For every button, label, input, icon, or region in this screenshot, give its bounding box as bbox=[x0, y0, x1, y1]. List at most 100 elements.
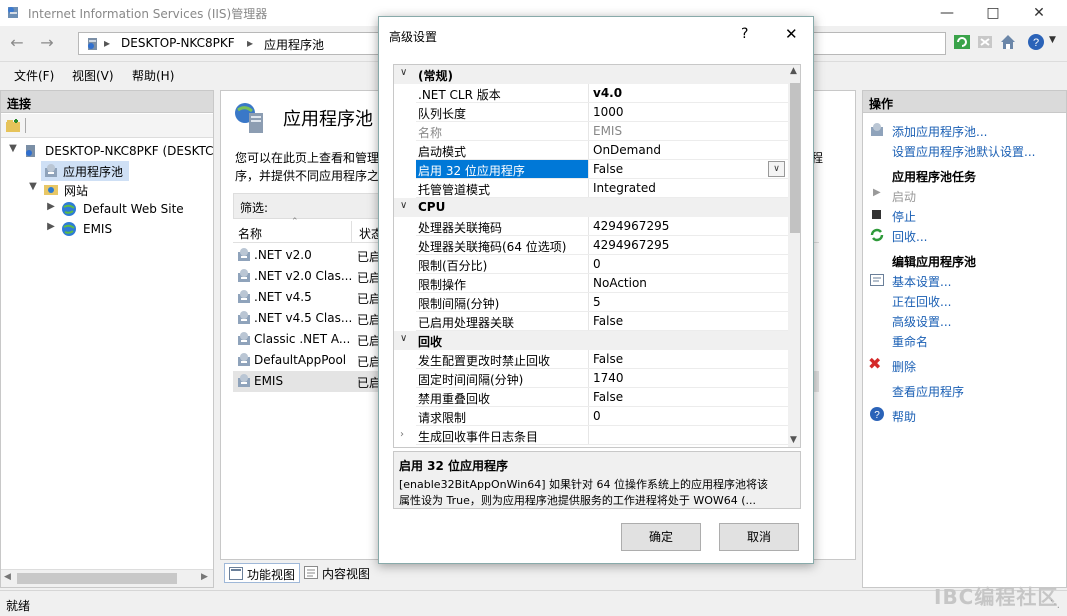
property-name: 处理器关联掩码 bbox=[418, 221, 503, 235]
property-row[interactable]: › 生成回收事件日志条目 bbox=[394, 426, 788, 445]
collapse-arrow-icon[interactable]: ▼ bbox=[7, 143, 19, 154]
app-pool-icon bbox=[238, 248, 250, 261]
action-recycle[interactable]: 回收... bbox=[892, 228, 927, 245]
property-row[interactable]: 发生配置更改时禁止回收 False bbox=[394, 350, 788, 369]
property-row[interactable]: 限制(百分比) 0 bbox=[394, 255, 788, 274]
stop-icon[interactable] bbox=[976, 33, 994, 51]
property-row[interactable]: 启动模式 OnDemand bbox=[394, 141, 788, 160]
tab-features-view[interactable]: 功能视图 bbox=[224, 563, 300, 583]
maximize-button[interactable]: □ bbox=[970, 0, 1016, 26]
property-category[interactable]: ∨ CPU bbox=[394, 198, 788, 217]
action-set-defaults[interactable]: 设置应用程序池默认设置... bbox=[892, 143, 1035, 160]
scroll-right-icon[interactable]: ▶ bbox=[201, 572, 208, 582]
resize-grip-icon[interactable]: ⋱ bbox=[1050, 599, 1060, 610]
tree-app-pools-node[interactable]: 应用程序池 bbox=[41, 161, 129, 181]
property-value[interactable]: 0 bbox=[593, 257, 601, 271]
property-value[interactable]: NoAction bbox=[593, 276, 647, 290]
property-value[interactable]: False bbox=[593, 314, 623, 328]
property-value[interactable]: 5 bbox=[593, 295, 601, 309]
scroll-left-icon[interactable]: ◀ bbox=[4, 572, 11, 582]
action-advanced-settings[interactable]: 高级设置... bbox=[892, 313, 951, 330]
dialog-help-button[interactable]: ? bbox=[741, 26, 748, 42]
property-name: 已启用处理器关联 bbox=[418, 316, 515, 330]
property-row[interactable]: 限制间隔(分钟) 5 bbox=[394, 293, 788, 312]
breadcrumb-server[interactable]: DESKTOP-NKC8PKF bbox=[121, 36, 235, 50]
property-value[interactable]: 1740 bbox=[593, 371, 624, 385]
tree-sites-node[interactable]: ▼ 网站 bbox=[27, 180, 213, 200]
property-row[interactable]: 请求限制 0 bbox=[394, 407, 788, 426]
cancel-button[interactable]: 取消 bbox=[719, 523, 799, 551]
value-dropdown-button[interactable]: ∨ bbox=[768, 161, 785, 177]
ok-button[interactable]: 确定 bbox=[621, 523, 701, 551]
app-pool-icon bbox=[238, 332, 250, 345]
property-value[interactable]: v4.0 bbox=[593, 86, 622, 100]
action-view-apps[interactable]: 查看应用程序 bbox=[892, 383, 964, 400]
property-row[interactable]: 处理器关联掩码 4294967295 bbox=[394, 217, 788, 236]
minimize-button[interactable]: — bbox=[924, 0, 970, 26]
property-value[interactable]: 1000 bbox=[593, 105, 624, 119]
action-basic-settings[interactable]: 基本设置... bbox=[892, 273, 951, 290]
help-dropdown-icon[interactable]: ▼ bbox=[1049, 35, 1056, 45]
property-row[interactable]: 已启用处理器关联 False bbox=[394, 312, 788, 331]
recycle-icon bbox=[870, 228, 884, 242]
help-icon[interactable]: ? bbox=[1027, 33, 1045, 51]
property-value[interactable]: False bbox=[593, 352, 623, 366]
property-category[interactable]: ∨ (常规) bbox=[394, 65, 788, 84]
property-value[interactable]: Integrated bbox=[593, 181, 656, 195]
property-row[interactable]: 处理器关联掩码(64 位选项) 4294967295 bbox=[394, 236, 788, 255]
property-value[interactable]: OnDemand bbox=[593, 143, 661, 157]
close-window-button[interactable]: ✕ bbox=[1016, 0, 1062, 26]
scroll-up-icon[interactable]: ▲ bbox=[790, 66, 797, 76]
expand-arrow-icon[interactable]: › bbox=[400, 429, 404, 440]
collapse-arrow-icon[interactable]: ∨ bbox=[400, 333, 407, 344]
property-value[interactable]: False bbox=[593, 162, 623, 176]
scroll-down-icon[interactable]: ▼ bbox=[790, 435, 797, 445]
property-row[interactable]: 限制操作 NoAction bbox=[394, 274, 788, 293]
tree-server-node[interactable]: ▼ DESKTOP-NKC8PKF (DESKTC bbox=[7, 142, 213, 162]
tree-site-emis[interactable]: ▶ EMIS bbox=[45, 220, 213, 240]
property-row[interactable]: 名称 EMIS bbox=[394, 122, 788, 141]
menu-help[interactable]: 帮助(H) bbox=[132, 67, 174, 84]
collapse-arrow-icon[interactable]: ∨ bbox=[400, 200, 407, 211]
back-button[interactable]: ← bbox=[4, 32, 30, 56]
breadcrumb-page[interactable]: 应用程序池 bbox=[264, 36, 324, 53]
scrollbar-thumb[interactable] bbox=[17, 573, 177, 584]
property-scrollbar[interactable]: ▲ ▼ bbox=[788, 65, 800, 447]
new-connection-icon[interactable] bbox=[5, 118, 21, 134]
expand-arrow-icon[interactable]: ▶ bbox=[45, 221, 57, 232]
action-delete[interactable]: 删除 bbox=[892, 358, 916, 375]
property-value[interactable]: 4294967295 bbox=[593, 238, 669, 252]
property-value[interactable]: 4294967295 bbox=[593, 219, 669, 233]
property-row[interactable]: 队列长度 1000 bbox=[394, 103, 788, 122]
action-recycling[interactable]: 正在回收... bbox=[892, 293, 951, 310]
column-divider bbox=[588, 350, 589, 369]
action-start[interactable]: 启动 bbox=[892, 188, 916, 205]
tab-content-view[interactable]: 内容视图 bbox=[302, 563, 378, 583]
action-add-pool[interactable]: 添加应用程序池... bbox=[892, 123, 987, 140]
horizontal-scrollbar[interactable]: ◀ ▶ bbox=[1, 569, 213, 587]
column-header-name[interactable]: 名称 bbox=[238, 225, 262, 242]
property-row[interactable]: 托管管道模式 Integrated bbox=[394, 179, 788, 198]
collapse-arrow-icon[interactable]: ∨ bbox=[400, 67, 407, 78]
dialog-close-button[interactable]: ✕ bbox=[785, 25, 798, 43]
menu-file[interactable]: 文件(F) bbox=[14, 67, 54, 84]
action-rename[interactable]: 重命名 bbox=[892, 333, 928, 350]
property-category[interactable]: ∨ 回收 bbox=[394, 331, 788, 350]
tree-site-default[interactable]: ▶ Default Web Site bbox=[45, 200, 213, 220]
expand-arrow-icon[interactable]: ▶ bbox=[45, 201, 57, 212]
forward-button[interactable]: → bbox=[34, 32, 60, 56]
property-row[interactable]: .NET CLR 版本 v4.0 bbox=[394, 84, 788, 103]
server-icon bbox=[88, 38, 97, 50]
action-stop[interactable]: 停止 bbox=[892, 208, 916, 225]
menu-view[interactable]: 视图(V) bbox=[72, 67, 114, 84]
property-value[interactable]: 0 bbox=[593, 409, 601, 423]
property-row[interactable]: 启用 32 位应用程序 False ∨ bbox=[394, 160, 788, 179]
collapse-arrow-icon[interactable]: ▼ bbox=[27, 181, 39, 192]
refresh-icon[interactable] bbox=[953, 33, 971, 51]
property-value[interactable]: False bbox=[593, 390, 623, 404]
property-row[interactable]: 固定时间间隔(分钟) 1740 bbox=[394, 369, 788, 388]
action-help[interactable]: 帮助 bbox=[892, 408, 916, 425]
scrollbar-thumb[interactable] bbox=[790, 83, 800, 233]
home-icon[interactable] bbox=[999, 33, 1017, 51]
property-row[interactable]: 禁用重叠回收 False bbox=[394, 388, 788, 407]
